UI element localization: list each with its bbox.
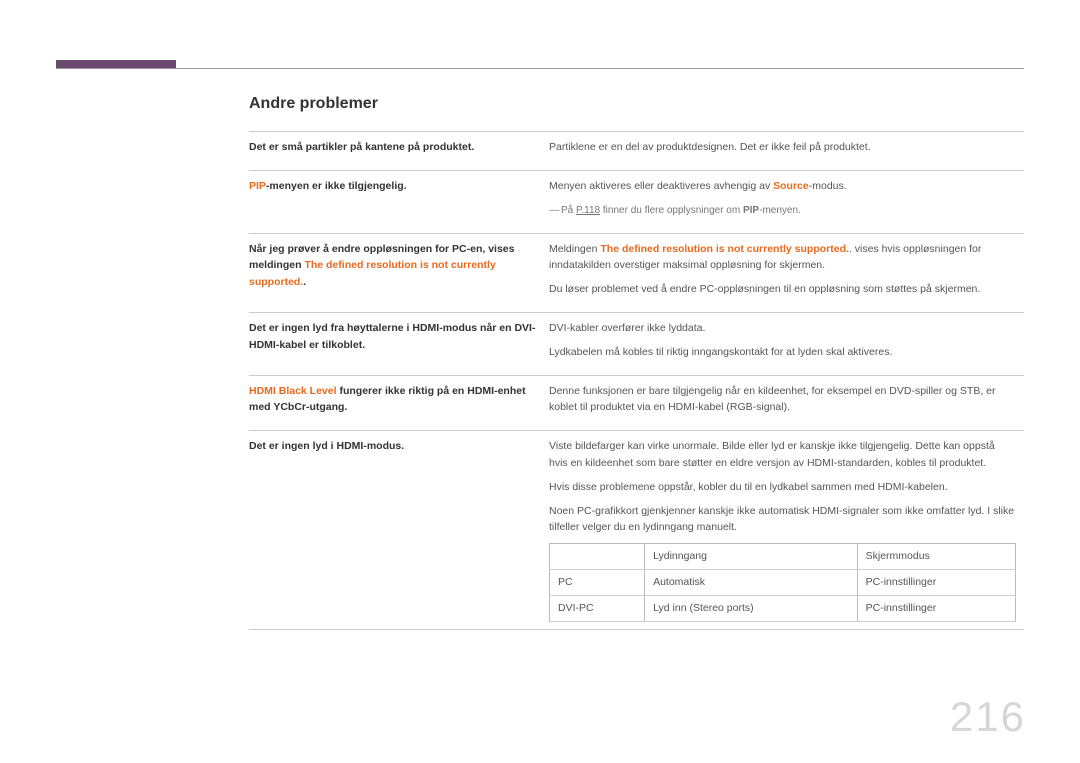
text-run: Denne funksjonen er bare tilgjengelig nå… xyxy=(549,385,996,414)
solution-cell: Partiklene er en del av produktdesignen.… xyxy=(549,132,1024,171)
header-rule xyxy=(56,68,1024,69)
table-row: HDMI Black Level fungerer ikke riktig på… xyxy=(249,375,1024,431)
table-row: Det er små partikler på kantene på produ… xyxy=(249,132,1024,171)
issue-cell: Det er små partikler på kantene på produ… xyxy=(249,132,549,171)
header-color-bar xyxy=(56,60,176,68)
text-run: The defined resolution is not currently … xyxy=(600,243,849,255)
troubleshoot-table: Det er små partikler på kantene på produ… xyxy=(249,131,1024,630)
text-run: ― xyxy=(549,202,561,219)
paragraph: Meldingen The defined resolution is not … xyxy=(549,241,1016,275)
text-run: Menyen aktiveres eller deaktiveres avhen… xyxy=(549,180,773,192)
table-row: PIP-menyen er ikke tilgjengelig.Menyen a… xyxy=(249,170,1024,233)
text-run[interactable]: P.118 xyxy=(576,205,600,216)
paragraph: Lydkabelen må kobles til riktig inngangs… xyxy=(549,344,1016,361)
page-number: 216 xyxy=(950,693,1026,741)
paragraph: Du løser problemet ved å endre PC-oppløs… xyxy=(549,281,1016,298)
text-run: Det er ingen lyd i HDMI-modus. xyxy=(249,440,404,452)
text-run: Source xyxy=(773,180,809,192)
paragraph: ― På P.118 finner du flere opplysninger … xyxy=(549,202,1016,219)
text-run: Du løser problemet ved å endre PC-oppløs… xyxy=(549,283,980,295)
paragraph: Viste bildefarger kan virke unormale. Bi… xyxy=(549,438,1016,472)
inner-cell: PC-innstillinger xyxy=(857,569,1015,595)
text-run: Partiklene er en del av produktdesignen.… xyxy=(549,141,871,153)
issue-cell: Når jeg prøver å endre oppløsningen for … xyxy=(249,233,549,312)
text-run: -menyen er ikke tilgjengelig. xyxy=(266,180,407,192)
text-run: Det er ingen lyd fra høyttalerne i HDMI-… xyxy=(249,322,535,351)
text-run: PIP xyxy=(743,205,759,216)
issue-cell: HDMI Black Level fungerer ikke riktig på… xyxy=(249,375,549,431)
inner-header-cell xyxy=(550,544,645,570)
solution-cell: Viste bildefarger kan virke unormale. Bi… xyxy=(549,431,1024,629)
paragraph: Menyen aktiveres eller deaktiveres avhen… xyxy=(549,178,1016,195)
inner-header-cell: Skjermmodus xyxy=(857,544,1015,570)
table-row: Når jeg prøver å endre oppløsningen for … xyxy=(249,233,1024,312)
text-run: DVI-kabler overfører ikke lyddata. xyxy=(549,322,705,334)
table-row: Det er ingen lyd fra høyttalerne i HDMI-… xyxy=(249,312,1024,375)
issue-cell: Det er ingen lyd fra høyttalerne i HDMI-… xyxy=(249,312,549,375)
paragraph: Hvis disse problemene oppstår, kobler du… xyxy=(549,479,1016,496)
issue-cell: Det er ingen lyd i HDMI-modus. xyxy=(249,431,549,629)
paragraph: DVI-kabler overfører ikke lyddata. xyxy=(549,320,1016,337)
main-content: Andre problemer Det er små partikler på … xyxy=(249,95,1024,630)
paragraph: Partiklene er en del av produktdesignen.… xyxy=(549,139,1016,156)
inner-header-cell: Lydinngang xyxy=(645,544,858,570)
text-run: HDMI Black Level xyxy=(249,385,337,397)
section-title: Andre problemer xyxy=(249,95,1024,113)
text-run: Meldingen xyxy=(549,243,600,255)
solution-cell: Denne funksjonen er bare tilgjengelig nå… xyxy=(549,375,1024,431)
paragraph: Noen PC-grafikkort gjenkjenner kanskje i… xyxy=(549,503,1016,537)
text-run: -modus. xyxy=(809,180,847,192)
inner-cell: PC-innstillinger xyxy=(857,595,1015,621)
issue-cell: PIP-menyen er ikke tilgjengelig. xyxy=(249,170,549,233)
text-run: Det er små partikler på kantene på produ… xyxy=(249,141,474,153)
solution-cell: DVI-kabler overfører ikke lyddata. Lydkab… xyxy=(549,312,1024,375)
inner-cell: PC xyxy=(550,569,645,595)
solution-cell: Menyen aktiveres eller deaktiveres avhen… xyxy=(549,170,1024,233)
text-run: På xyxy=(561,205,576,216)
text-run: PIP xyxy=(249,180,266,192)
text-run: finner du flere opplysninger om xyxy=(600,205,743,216)
paragraph: Denne funksjonen er bare tilgjengelig nå… xyxy=(549,383,1016,417)
table-row: Det er ingen lyd i HDMI-modus. Viste bild… xyxy=(249,431,1024,629)
text-run: Hvis disse problemene oppstår, kobler du… xyxy=(549,481,948,493)
inner-cell: DVI-PC xyxy=(550,595,645,621)
text-run: . xyxy=(303,276,306,288)
inner-cell: Automatisk xyxy=(645,569,858,595)
inner-table: LydinngangSkjermmodus PCAutomatiskPC-inns… xyxy=(549,543,1016,621)
solution-cell: Meldingen The defined resolution is not … xyxy=(549,233,1024,312)
inner-cell: Lyd inn (Stereo ports) xyxy=(645,595,858,621)
text-run: Lydkabelen må kobles til riktig inngangs… xyxy=(549,346,892,358)
text-run: Viste bildefarger kan virke unormale. Bi… xyxy=(549,440,995,469)
text-run: -menyen. xyxy=(759,205,801,216)
text-run: Noen PC-grafikkort gjenkjenner kanskje i… xyxy=(549,505,1014,534)
